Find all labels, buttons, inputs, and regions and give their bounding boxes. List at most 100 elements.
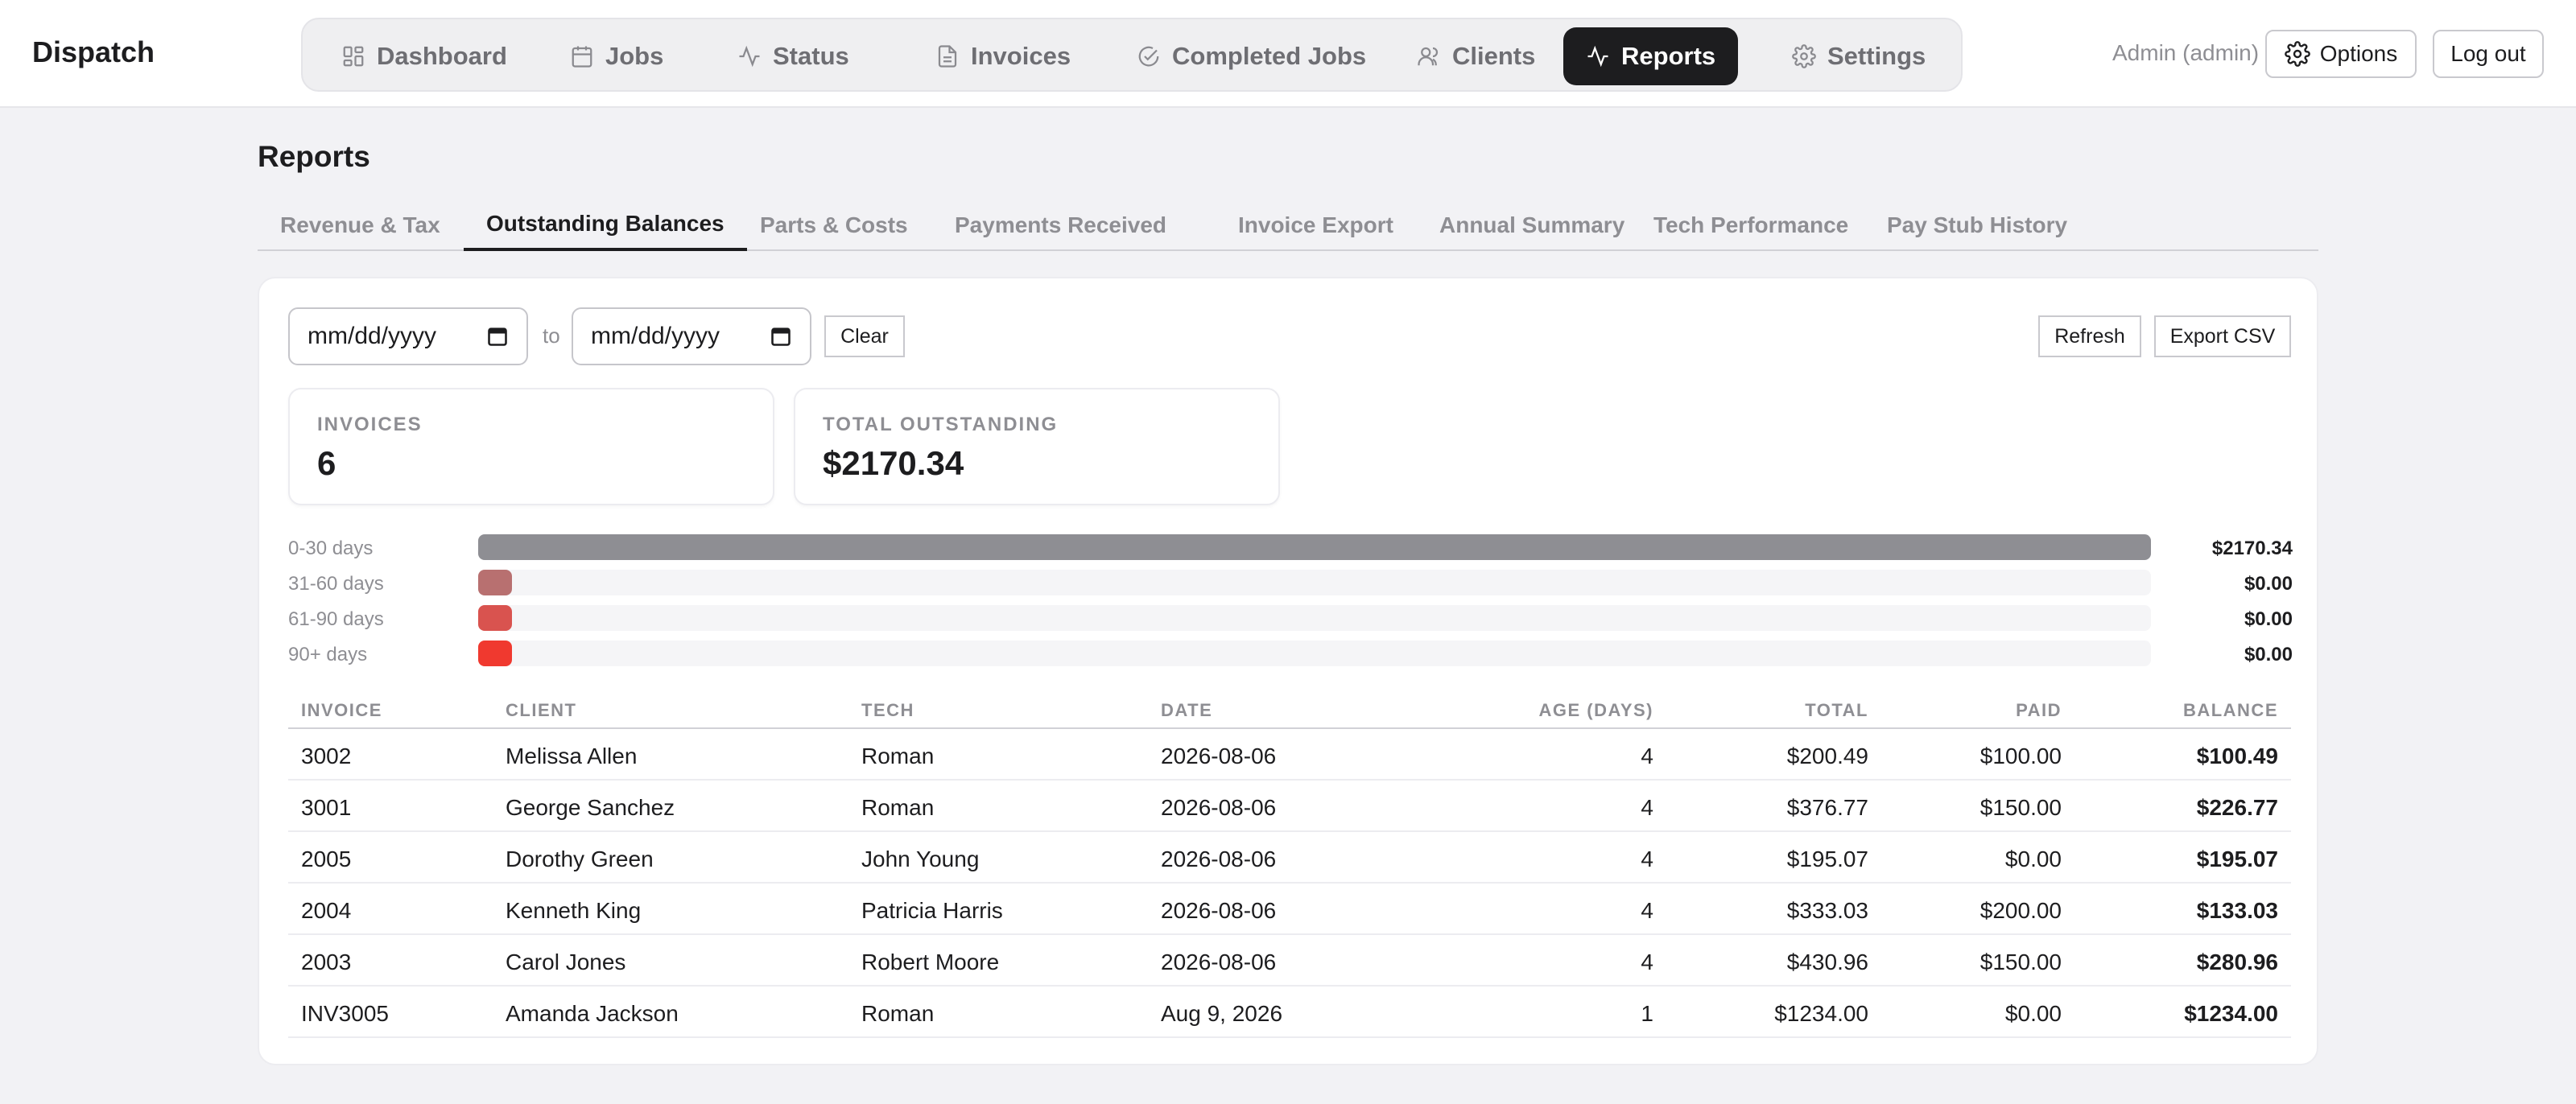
refresh-button[interactable]: Refresh — [2038, 315, 2141, 357]
table-row[interactable]: 2005 Dorothy Green John Young 2026-08-06 4 $1… — [288, 832, 2291, 884]
tech-cell: Robert Moore — [861, 950, 1000, 974]
aging-bar-track — [478, 534, 2151, 560]
date-cell: Aug 9, 2026 — [1161, 1001, 1283, 1026]
nav-item-reports[interactable]: Reports — [1563, 27, 1739, 85]
invoices-stat-label: INVOICES — [317, 414, 423, 435]
export-csv-button[interactable]: Export CSV — [2154, 315, 2291, 357]
column-header-client[interactable]: CLIENT — [506, 700, 576, 721]
column-header-age[interactable]: AGE (DAYS) — [1538, 700, 1653, 721]
invoice-cell: 2005 — [301, 847, 352, 871]
top-bar: Dispatch Dashboard Jobs Status Invoices … — [0, 0, 2576, 108]
outstanding-table: INVOICE CLIENT TECH DATE AGE (DAYS) TOTA… — [288, 689, 2291, 1038]
outstanding-stat-label: TOTAL OUTSTANDING — [823, 414, 1059, 435]
invoices-stat-value: 6 — [317, 444, 336, 482]
nav-item-dashboard[interactable]: Dashboard — [319, 27, 530, 85]
aging-bar-track — [478, 605, 2151, 631]
client-cell: Carol Jones — [506, 950, 626, 974]
tech-cell: Patricia Harris — [861, 898, 1003, 923]
tab-parts-costs[interactable]: Parts & Costs — [737, 200, 931, 251]
aging-amount: $0.00 — [2244, 644, 2293, 665]
nav-item-completed-jobs[interactable]: Completed Jobs — [1114, 27, 1389, 85]
paid-cell: $100.00 — [1979, 744, 2062, 768]
table-body: 3002 Melissa Allen Roman 2026-08-06 4 $200.49… — [288, 729, 2291, 1038]
nav-item-label: Jobs — [605, 42, 664, 70]
table-row[interactable]: 3001 George Sanchez Roman 2026-08-06 4 $376.7… — [288, 781, 2291, 832]
clear-button[interactable]: Clear — [824, 315, 905, 357]
total-cell: $376.77 — [1786, 795, 1868, 820]
tech-cell: Roman — [861, 795, 935, 820]
aging-bar-fill — [478, 641, 512, 666]
column-header-tech[interactable]: TECH — [861, 700, 914, 721]
date-from-input[interactable]: mm/dd/yyyy — [288, 307, 528, 365]
table-header: INVOICE CLIENT TECH DATE AGE (DAYS) TOTA… — [288, 689, 2291, 729]
table-row[interactable]: 2004 Kenneth King Patricia Harris 2026-08-0… — [288, 884, 2291, 935]
paid-cell: $0.00 — [2004, 847, 2062, 871]
users-icon — [1418, 47, 1439, 66]
aging-bar-fill — [478, 605, 512, 631]
date-cell: 2026-08-06 — [1161, 795, 1277, 820]
tech-cell: Roman — [861, 744, 935, 768]
tab-invoice-export[interactable]: Invoice Export — [1216, 200, 1416, 251]
nav-item-label: Settings — [1827, 42, 1926, 70]
column-header-balance[interactable]: BALANCE — [2183, 700, 2278, 721]
calendar-icon — [572, 46, 592, 68]
invoices-stat-card: INVOICES 6 — [288, 388, 774, 505]
column-header-date[interactable]: DATE — [1161, 700, 1212, 721]
nav-item-status[interactable]: Status — [715, 27, 872, 85]
nav-item-label: Reports — [1621, 42, 1716, 70]
date-cell: 2026-08-06 — [1161, 898, 1277, 923]
column-header-paid[interactable]: PAID — [2016, 700, 2062, 721]
calendar-icon[interactable] — [486, 325, 509, 348]
dashboard-icon — [343, 46, 364, 67]
column-header-invoice[interactable]: INVOICE — [301, 700, 382, 721]
client-cell: Melissa Allen — [506, 744, 638, 768]
total-cell: $200.49 — [1786, 744, 1868, 768]
aging-amount: $0.00 — [2244, 573, 2293, 595]
nav-item-label: Status — [773, 42, 849, 70]
nav-item-label: Completed Jobs — [1172, 42, 1367, 70]
aging-row: 90+ days $0.00 — [288, 641, 2293, 668]
tab-pay-stub-history[interactable]: Pay Stub History — [1864, 200, 2090, 251]
tab-revenue-tax[interactable]: Revenue & Tax — [258, 200, 463, 251]
table-row[interactable]: 2003 Carol Jones Robert Moore 2026-08-06 4 $4… — [288, 935, 2291, 987]
logout-button[interactable]: Log out — [2433, 30, 2544, 78]
aging-bar-fill — [478, 570, 512, 595]
date-cell: 2026-08-06 — [1161, 950, 1277, 974]
tab-annual-summary[interactable]: Annual Summary — [1417, 200, 1647, 251]
table-row[interactable]: INV3005 Amanda Jackson Roman Aug 9, 2026 1 $1… — [288, 987, 2291, 1038]
options-button[interactable]: Options — [2265, 30, 2417, 78]
aging-bar-track — [478, 641, 2151, 666]
date-to-input[interactable]: mm/dd/yyyy — [572, 307, 811, 365]
balance-cell: $100.49 — [2196, 744, 2278, 768]
column-header-total[interactable]: TOTAL — [1805, 700, 1868, 721]
calendar-icon[interactable] — [770, 325, 792, 348]
nav-item-settings[interactable]: Settings — [1769, 27, 1948, 85]
report-tabs: Revenue & Tax Outstanding Balances Parts… — [258, 200, 2318, 251]
client-cell: Kenneth King — [506, 898, 642, 923]
nav-item-invoices[interactable]: Invoices — [913, 27, 1093, 85]
brand-logo[interactable]: Dispatch — [32, 35, 155, 69]
aging-amount: $0.00 — [2244, 608, 2293, 630]
outstanding-stat-value: $2170.34 — [823, 444, 964, 482]
nav-item-label: Dashboard — [377, 42, 507, 70]
total-cell: $333.03 — [1786, 898, 1868, 923]
tab-tech-performance[interactable]: Tech Performance — [1631, 200, 1871, 251]
tab-outstanding-balances[interactable]: Outstanding Balances — [464, 200, 747, 251]
age-cell: 4 — [1641, 744, 1653, 768]
gear-icon — [2284, 41, 2310, 67]
balance-cell: $195.07 — [2196, 847, 2278, 871]
table-row[interactable]: 3002 Melissa Allen Roman 2026-08-06 4 $200.49… — [288, 729, 2291, 781]
balance-cell: $280.96 — [2196, 950, 2278, 974]
tech-cell: Roman — [861, 1001, 935, 1026]
aging-row: 31-60 days $0.00 — [288, 570, 2293, 597]
tab-payments-received[interactable]: Payments Received — [932, 200, 1189, 251]
nav-item-label: Invoices — [971, 42, 1071, 70]
balance-cell: $133.03 — [2196, 898, 2278, 923]
current-user-label: Admin (admin) — [2112, 40, 2260, 65]
total-cell: $1234.00 — [1774, 1001, 1868, 1026]
aging-amount: $2170.34 — [2211, 538, 2293, 559]
nav-item-jobs[interactable]: Jobs — [547, 27, 686, 85]
aging-label: 0-30 days — [288, 538, 374, 559]
invoice-cell: INV3005 — [301, 1001, 389, 1026]
nav-item-clients[interactable]: Clients — [1394, 27, 1558, 85]
